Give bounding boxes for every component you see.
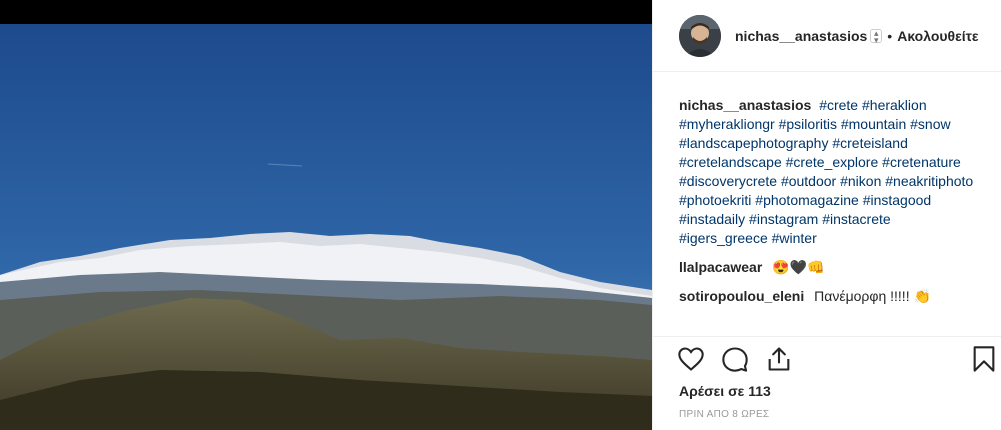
save-button[interactable] bbox=[971, 345, 1001, 375]
hashtag-link[interactable]: #myherakliongr bbox=[679, 116, 775, 132]
hashtag-link[interactable]: #crete_explore bbox=[786, 154, 879, 170]
post-side-panel: nichas__anastasios ▴ ▾ • Ακολουθείτε nich… bbox=[652, 0, 1001, 430]
comment-text: Πανέμορφη !!!!! 👏 bbox=[814, 288, 931, 304]
share-button[interactable] bbox=[765, 345, 795, 375]
hashtag-link[interactable]: #neakritiphoto bbox=[885, 173, 973, 189]
hashtag-link[interactable]: #mountain bbox=[841, 116, 906, 132]
hashtag-link[interactable]: #instacrete bbox=[822, 211, 890, 227]
comment-icon bbox=[722, 347, 748, 372]
hashtag-link[interactable]: #photomagazine bbox=[755, 192, 859, 208]
post-photo[interactable] bbox=[0, 0, 652, 430]
hashtag-link[interactable]: #nikon bbox=[840, 173, 881, 189]
header-username[interactable]: nichas__anastasios bbox=[735, 28, 867, 44]
hashtag-link[interactable]: #igers_greece bbox=[679, 230, 768, 246]
landscape-image bbox=[0, 0, 652, 430]
hashtag-link[interactable]: #cretenature bbox=[882, 154, 961, 170]
comment-username[interactable]: sotiropoulou_eleni bbox=[679, 288, 804, 304]
hashtag-link[interactable]: #instadaily bbox=[679, 211, 745, 227]
separator-dot: • bbox=[887, 27, 893, 44]
bookmark-icon bbox=[973, 346, 995, 372]
following-button[interactable]: Ακολουθείτε bbox=[897, 28, 978, 44]
caption-username[interactable]: nichas__anastasios bbox=[679, 97, 811, 113]
comment-button[interactable] bbox=[721, 345, 751, 375]
comment-text: 😍🖤👊 bbox=[772, 259, 825, 275]
heart-icon bbox=[678, 347, 704, 371]
comments-list: nichas__anastasios #crete #heraklion #my… bbox=[679, 96, 979, 336]
hashtag-link[interactable]: #winter bbox=[772, 230, 817, 246]
like-button[interactable] bbox=[677, 345, 707, 375]
hashtag-link[interactable]: #instagram bbox=[749, 211, 818, 227]
hashtag-link[interactable]: #instagood bbox=[863, 192, 932, 208]
hashtag-link[interactable]: #photoekriti bbox=[679, 192, 751, 208]
hashtag-link[interactable]: #cretelandscape bbox=[679, 154, 782, 170]
hashtag-link[interactable]: #crete bbox=[819, 97, 858, 113]
hashtag-link[interactable]: #heraklion bbox=[862, 97, 927, 113]
comment: sotiropoulou_eleni Πανέμορφη !!!!! 👏 bbox=[679, 287, 979, 306]
comment-username[interactable]: llalpacawear bbox=[679, 259, 762, 275]
hashtag-link[interactable]: #discoverycrete bbox=[679, 173, 777, 189]
comment: llalpacawear 😍🖤👊 bbox=[679, 258, 979, 277]
hashtag-link[interactable]: #snow bbox=[910, 116, 950, 132]
post-actions: Αρέσει σε 113 ΠΡΙΝ ΑΠΟ 8 ΩΡΕΣ bbox=[653, 336, 1001, 426]
hashtag-link[interactable]: #creteisland bbox=[832, 135, 908, 151]
caption: nichas__anastasios #crete #heraklion #my… bbox=[679, 96, 979, 248]
account-switch-icon: ▴ ▾ bbox=[870, 28, 883, 44]
likes-count[interactable]: Αρέσει σε 113 bbox=[679, 383, 771, 399]
post-timestamp[interactable]: ΠΡΙΝ ΑΠΟ 8 ΩΡΕΣ bbox=[679, 409, 769, 420]
hashtag-link[interactable]: #outdoor bbox=[781, 173, 836, 189]
share-icon bbox=[768, 347, 790, 371]
hashtag-link[interactable]: #psiloritis bbox=[779, 116, 837, 132]
hashtag-link[interactable]: #landscapephotography bbox=[679, 135, 828, 151]
avatar[interactable] bbox=[679, 14, 721, 57]
post-header: nichas__anastasios ▴ ▾ • Ακολουθείτε bbox=[653, 0, 1001, 72]
